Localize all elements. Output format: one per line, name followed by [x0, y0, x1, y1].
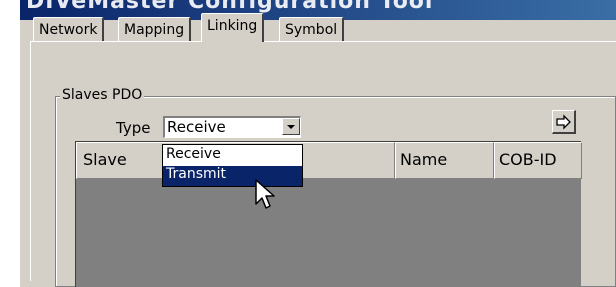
combobox-dropdown-button[interactable]: [282, 118, 300, 135]
tab-linking[interactable]: Linking: [201, 13, 265, 42]
tab-mapping[interactable]: Mapping: [118, 17, 192, 41]
chevron-down-icon: [287, 125, 295, 129]
type-combobox[interactable]: Receive: [163, 116, 301, 138]
column-header-cob-id-label: COB-ID: [499, 150, 557, 169]
tab-linking-label: Linking: [207, 18, 258, 34]
tab-network[interactable]: Network: [33, 17, 105, 41]
tab-symbol[interactable]: Symbol: [279, 17, 345, 41]
window-title: DIVeMaster Configuration Tool: [26, 0, 434, 14]
tab-mapping-label: Mapping: [124, 22, 185, 38]
column-header-slave-label: Slave: [83, 150, 127, 169]
tab-network-label: Network: [39, 22, 98, 38]
slaves-pdo-list[interactable]: Slave Name COB-ID: [75, 141, 582, 287]
type-label: Type: [116, 119, 151, 137]
group-title: Slaves PDO: [60, 87, 145, 103]
dropdown-option-transmit[interactable]: Transmit: [163, 166, 302, 186]
go-button[interactable]: [552, 110, 576, 134]
mouse-cursor-icon: [255, 179, 275, 209]
type-dropdown-list: Receive Transmit: [162, 144, 303, 187]
arrow-right-icon: [556, 114, 571, 130]
type-combobox-value: Receive: [167, 118, 226, 136]
dropdown-option-receive[interactable]: Receive: [163, 146, 302, 166]
column-header-cob-id[interactable]: COB-ID: [494, 142, 582, 179]
column-header-name[interactable]: Name: [395, 142, 494, 179]
column-header-name-label: Name: [400, 150, 448, 169]
tab-symbol-label: Symbol: [285, 22, 338, 38]
